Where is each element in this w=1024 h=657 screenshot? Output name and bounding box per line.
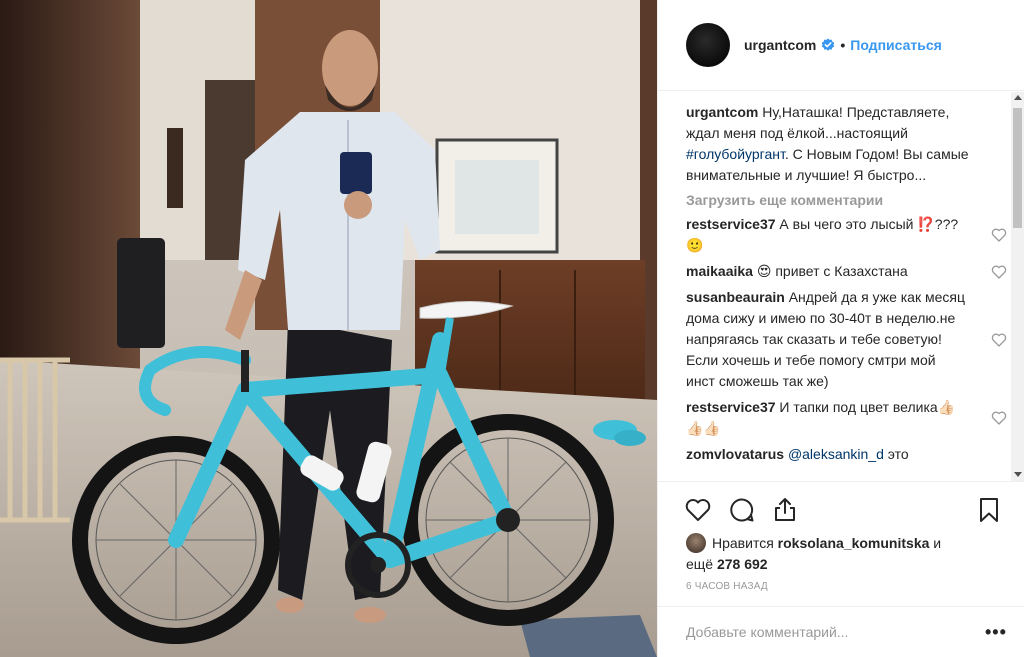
like-heart-icon[interactable] — [684, 496, 712, 524]
liker-username[interactable]: roksolana_komunitska — [778, 535, 930, 551]
header-separator: • — [840, 37, 846, 53]
likes-summary: Нравится roksolana_komunitska и ещё 278 … — [686, 533, 1006, 575]
instagram-post: urgantcom • Подписаться urgantcom Ну,Нат… — [0, 0, 1024, 657]
likes-middle: и — [929, 535, 942, 551]
comment-text: это — [883, 446, 909, 462]
comment-username[interactable]: zomvlovatarus — [686, 446, 784, 462]
author-avatar[interactable] — [686, 23, 730, 67]
more-options-icon[interactable]: ••• — [985, 622, 1024, 643]
comment-item: zomvlovatarus @aleksankin_d это — [686, 444, 977, 465]
comment-text: 😍 привет с Казахстана — [752, 263, 908, 279]
likes-count[interactable]: 278 692 — [717, 556, 768, 572]
like-comment-heart-icon[interactable] — [991, 410, 1007, 426]
like-comment-heart-icon[interactable] — [991, 264, 1007, 280]
post-actions-bar — [658, 481, 1024, 537]
post-photo[interactable] — [0, 0, 657, 657]
comment-mention[interactable]: @aleksankin_d — [788, 446, 884, 462]
comment-bubble-icon[interactable] — [728, 496, 756, 524]
post-header: urgantcom • Подписаться — [658, 0, 1024, 91]
share-icon[interactable] — [771, 496, 799, 524]
scroll-up-arrow-icon[interactable] — [1014, 95, 1022, 100]
comment-item: maikaaika 😍 привет с Казахстана — [686, 261, 1007, 282]
comment-username[interactable]: restservice37 — [686, 399, 776, 415]
post-caption: urgantcom Ну,Наташка! Представляете, жда… — [686, 102, 977, 186]
add-comment-bar: Добавьте комментарий... ••• — [658, 606, 1024, 657]
liker-avatar[interactable] — [686, 533, 706, 553]
verified-badge-icon — [822, 38, 835, 51]
bookmark-icon[interactable] — [975, 496, 1003, 524]
caption-hashtag[interactable]: #голубойургант — [686, 146, 785, 162]
comments-list[interactable]: urgantcom Ну,Наташка! Представляете, жда… — [658, 92, 1024, 481]
scroll-down-arrow-icon[interactable] — [1014, 472, 1022, 477]
comment-username[interactable]: maikaaika — [686, 263, 753, 279]
like-comment-heart-icon[interactable] — [991, 332, 1007, 348]
comment-item: susanbeaurain Андрей да я уже как месяц … — [686, 287, 1007, 392]
like-comment-heart-icon[interactable] — [991, 227, 1007, 243]
caption-username[interactable]: urgantcom — [686, 104, 758, 120]
post-sidebar: urgantcom • Подписаться urgantcom Ну,Нат… — [657, 0, 1024, 657]
load-more-comments-button[interactable]: Загрузить еще комментарии — [686, 192, 977, 208]
photo-illustration — [0, 0, 657, 657]
comments-scrollbar[interactable] — [1011, 92, 1024, 481]
likes-prefix: Нравится — [712, 535, 778, 551]
likes-line2-prefix: ещё — [686, 556, 717, 572]
comment-item: restservice37 А вы чего это лысый ⁉️???🙂 — [686, 214, 1007, 256]
comment-item: restservice37 И тапки под цвет велика👍🏻👍… — [686, 397, 1007, 439]
author-username[interactable]: urgantcom — [744, 37, 816, 53]
add-comment-input[interactable]: Добавьте комментарий... — [686, 624, 985, 640]
scrollbar-thumb[interactable] — [1013, 108, 1022, 228]
comment-username[interactable]: restservice37 — [686, 216, 776, 232]
post-timestamp[interactable]: 6 ЧАСОВ НАЗАД — [686, 581, 768, 592]
follow-button[interactable]: Подписаться — [850, 37, 942, 53]
comment-username[interactable]: susanbeaurain — [686, 289, 785, 305]
